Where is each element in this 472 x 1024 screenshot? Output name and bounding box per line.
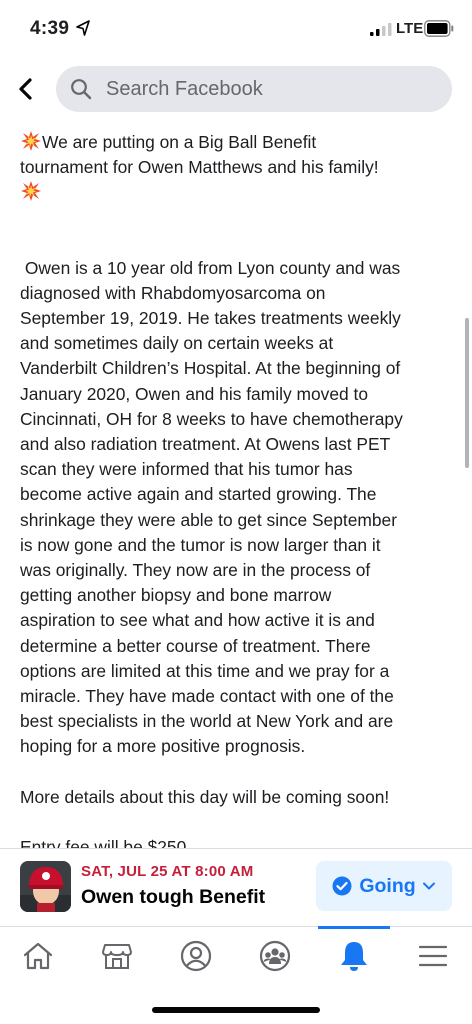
bottom-tab-bar bbox=[0, 926, 472, 986]
tab-menu[interactable] bbox=[403, 927, 463, 985]
back-button[interactable] bbox=[12, 72, 38, 106]
search-bar[interactable] bbox=[56, 66, 452, 112]
collision-emoji-icon bbox=[21, 181, 41, 202]
status-bar: 4:39 LTE bbox=[0, 0, 472, 58]
home-indicator[interactable] bbox=[152, 1007, 320, 1013]
going-label: Going bbox=[359, 874, 416, 897]
post-intro: We are putting on a Big Ball Benefit tou… bbox=[20, 130, 452, 206]
network-type: LTE bbox=[396, 20, 424, 37]
post-entry-fee: Entry fee will be $250 bbox=[20, 836, 187, 848]
groups-icon bbox=[259, 940, 291, 972]
post-details: More details about this day will be comi… bbox=[20, 786, 390, 807]
post-text: We are putting on a Big Ball Benefit tou… bbox=[20, 130, 452, 848]
going-button[interactable]: Going bbox=[316, 861, 452, 911]
notifications-icon bbox=[341, 942, 367, 971]
tab-profile[interactable] bbox=[166, 927, 226, 985]
home-icon bbox=[23, 942, 53, 970]
post-intro-line-1: We are putting on a Big Ball Benefit bbox=[42, 132, 317, 152]
post-body: Owen is a 10 year old from Lyon county a… bbox=[20, 257, 403, 757]
top-navigation bbox=[0, 58, 472, 120]
check-circle-icon bbox=[332, 876, 352, 896]
event-photo bbox=[20, 861, 71, 912]
profile-icon bbox=[180, 940, 212, 972]
menu-icon bbox=[418, 945, 448, 967]
tab-groups[interactable] bbox=[245, 927, 305, 985]
tab-notifications[interactable] bbox=[324, 927, 384, 985]
search-input[interactable] bbox=[106, 77, 426, 101]
event-bar[interactable]: SAT, JUL 25 AT 8:00 AM Owen tough Benefi… bbox=[0, 848, 472, 926]
scrollbar[interactable] bbox=[465, 318, 469, 468]
chevron-left-icon bbox=[19, 78, 32, 100]
status-time: 4:39 bbox=[30, 18, 70, 39]
tab-marketplace[interactable] bbox=[87, 927, 147, 985]
location-arrow-icon bbox=[76, 20, 90, 36]
event-title[interactable]: Owen tough Benefit bbox=[81, 886, 265, 909]
post-intro-line-2: tournament for Owen Matthews and his fam… bbox=[20, 157, 379, 178]
tab-home[interactable] bbox=[8, 927, 68, 985]
search-icon bbox=[71, 79, 92, 100]
battery-icon bbox=[424, 20, 454, 37]
chevron-down-icon bbox=[422, 882, 435, 890]
signal-strength-icon bbox=[370, 23, 392, 36]
event-date: SAT, JUL 25 AT 8:00 AM bbox=[81, 863, 254, 880]
collision-emoji-icon bbox=[21, 131, 41, 151]
marketplace-icon bbox=[102, 944, 132, 969]
